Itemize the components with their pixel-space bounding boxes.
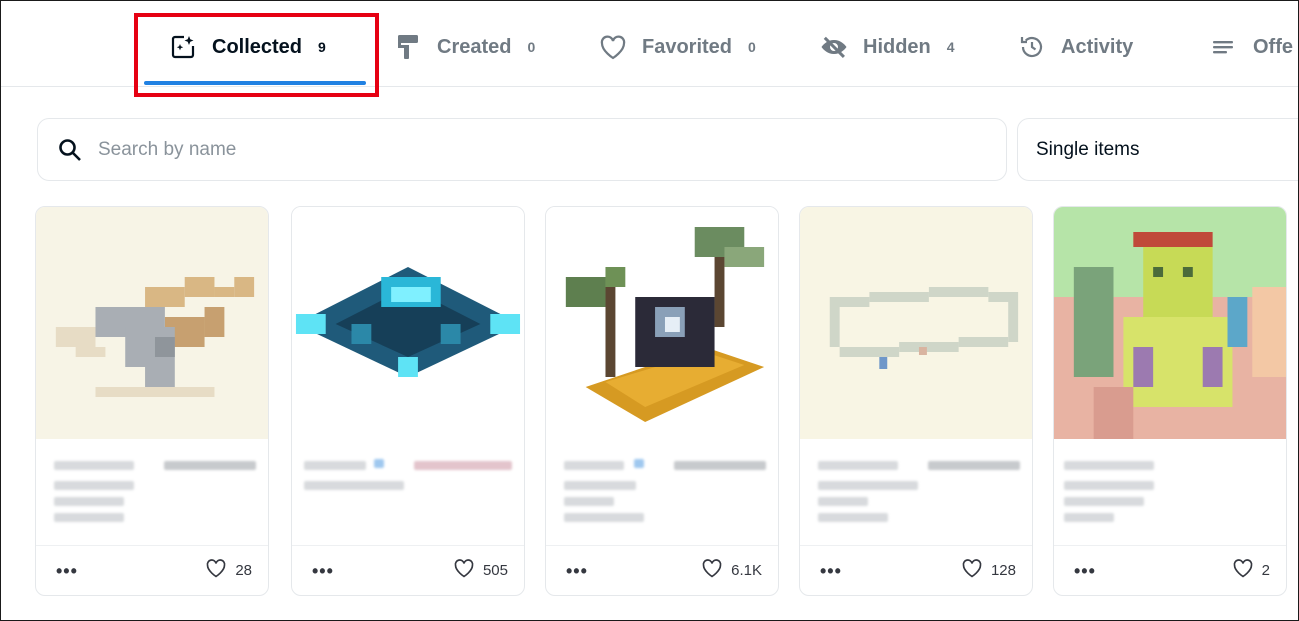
tab-created-label: Created (437, 35, 512, 58)
nft-image[interactable] (36, 207, 268, 439)
tab-favorited-label: Favorited (642, 35, 733, 58)
item-type-select-value: Single items (1036, 138, 1140, 160)
tab-collected-label: Collected (212, 35, 303, 58)
nft-info-placeholder (36, 439, 268, 547)
heart-icon (1232, 558, 1254, 583)
heart-icon (205, 558, 227, 583)
more-options-icon[interactable]: ••• (820, 562, 842, 580)
nft-card-footer: ••• 28 (36, 545, 268, 595)
tab-hidden-label: Hidden (863, 35, 931, 58)
list-icon (1209, 32, 1239, 62)
favorite-count: 28 (235, 562, 252, 579)
tab-created-count: 0 (527, 39, 536, 55)
nft-card[interactable]: ••• 28 (35, 206, 269, 596)
nft-info-placeholder (1054, 439, 1286, 547)
favorite-button[interactable]: 505 (453, 558, 508, 583)
tab-hidden[interactable]: Hidden 4 (819, 29, 955, 65)
paint-roller-icon (393, 32, 423, 62)
more-options-icon[interactable]: ••• (1074, 562, 1096, 580)
nft-card[interactable]: ••• 505 (291, 206, 525, 596)
favorite-button[interactable]: 6.1K (701, 558, 762, 583)
heart-icon (961, 558, 983, 583)
nft-image[interactable] (292, 207, 524, 439)
collected-sparkle-icon (168, 32, 198, 62)
nft-info-placeholder (546, 439, 778, 547)
favorite-button[interactable]: 28 (205, 558, 252, 583)
active-tab-indicator (144, 81, 366, 85)
favorite-count: 128 (990, 562, 1016, 579)
search-icon (56, 136, 84, 164)
nft-image[interactable] (800, 207, 1032, 439)
heart-icon (453, 558, 475, 583)
tab-activity[interactable]: Activity (1017, 29, 1133, 65)
nft-card[interactable]: ••• 2 (1053, 206, 1287, 596)
history-icon (1017, 32, 1047, 62)
more-options-icon[interactable]: ••• (312, 562, 334, 580)
tab-collected[interactable]: Collected 9 (168, 29, 326, 65)
tab-favorited-count: 0 (748, 39, 756, 55)
nft-card-footer: ••• 6.1K (546, 545, 778, 595)
profile-page: Collected 9 Created 0 Favorited 0 Hidden… (0, 0, 1299, 621)
profile-tab-bar: Collected 9 Created 0 Favorited 0 Hidden… (1, 1, 1298, 87)
tab-hidden-count: 4 (946, 39, 955, 55)
tab-collected-count: 9 (318, 39, 326, 55)
nft-card[interactable]: ••• 6.1K (545, 206, 779, 596)
tab-offers-label: Offe (1253, 35, 1293, 58)
tab-favorited[interactable]: Favorited 0 (598, 29, 756, 65)
nft-card[interactable]: ••• 128 (799, 206, 1033, 596)
heart-icon (598, 32, 628, 62)
nft-card-footer: ••• 128 (800, 545, 1032, 595)
favorite-count: 2 (1261, 562, 1270, 579)
tab-created[interactable]: Created 0 (393, 29, 535, 65)
more-options-icon[interactable]: ••• (56, 562, 78, 580)
search-input[interactable] (98, 138, 958, 161)
more-options-icon[interactable]: ••• (566, 562, 588, 580)
nft-card-footer: ••• 2 (1054, 545, 1286, 595)
favorite-button[interactable]: 128 (961, 558, 1016, 583)
nft-image[interactable] (1054, 207, 1286, 439)
favorite-count: 505 (482, 562, 508, 579)
favorite-count: 6.1K (731, 562, 762, 579)
nft-image[interactable] (546, 207, 778, 439)
nft-card-footer: ••• 505 (292, 545, 524, 595)
eye-off-icon (819, 32, 849, 62)
heart-icon (701, 558, 723, 583)
nft-info-placeholder (800, 439, 1032, 547)
tab-activity-label: Activity (1061, 35, 1134, 58)
tab-offers[interactable]: Offe (1209, 29, 1293, 65)
nft-info-placeholder (292, 439, 524, 547)
item-type-select[interactable]: Single items (1017, 118, 1298, 181)
favorite-button[interactable]: 2 (1232, 558, 1270, 583)
search-bar[interactable] (37, 118, 1007, 181)
